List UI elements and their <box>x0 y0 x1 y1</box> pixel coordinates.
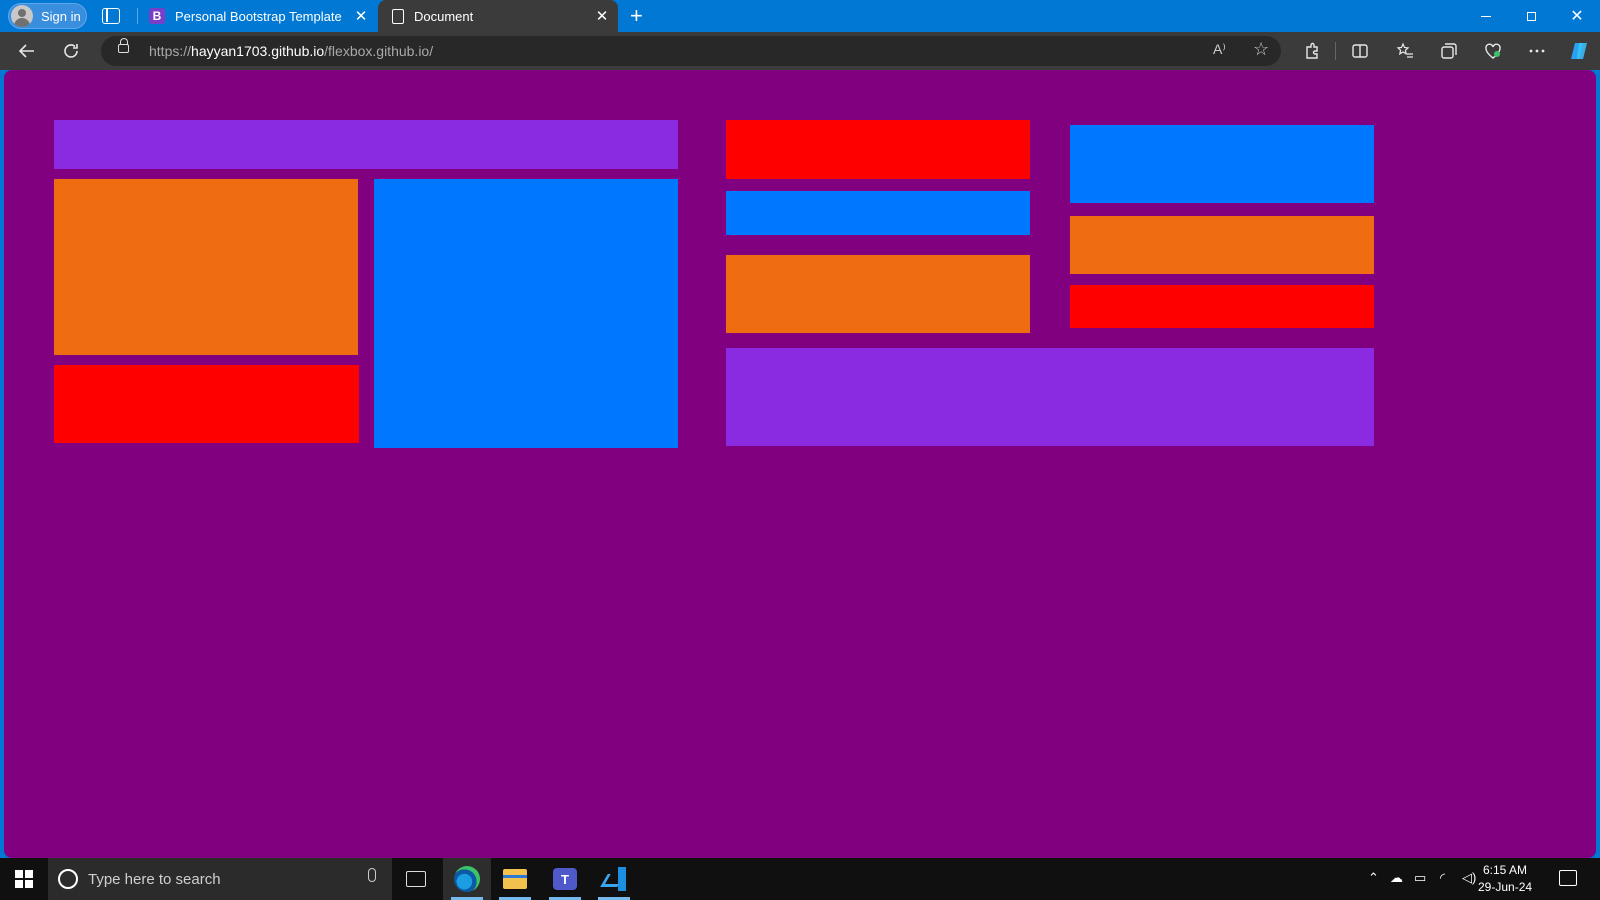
start-button[interactable] <box>0 858 48 900</box>
file-explorer-icon <box>503 869 527 889</box>
blue-box-far-right <box>1070 125 1374 203</box>
minimize-button[interactable] <box>1463 0 1509 32</box>
url-path: /flexbox.github.io/ <box>324 43 434 59</box>
blue-box-tall <box>374 179 678 448</box>
vscode-icon <box>602 867 626 891</box>
more-icon[interactable] <box>1521 32 1553 70</box>
toolbar-divider <box>1335 42 1336 60</box>
purple-box-bottom-right <box>726 348 1374 446</box>
read-aloud-icon[interactable]: A⁾ <box>1213 41 1226 58</box>
title-bar: Sign in B Personal Bootstrap Template ✕ … <box>0 0 1600 32</box>
url-text[interactable]: https://hayyan1703.github.io/flexbox.git… <box>149 43 433 59</box>
show-hidden-icons-icon[interactable]: ⌃ <box>1368 870 1379 886</box>
red-box-right-top <box>726 120 1030 179</box>
browser-essentials-icon[interactable] <box>1477 32 1509 70</box>
tab-document[interactable]: Document ✕ <box>378 0 618 32</box>
copilot-icon[interactable] <box>1564 32 1596 70</box>
profile-button[interactable]: Sign in <box>8 3 87 29</box>
taskbar-edge[interactable] <box>443 858 491 900</box>
orange-box-far-right <box>1070 216 1374 274</box>
task-view-icon[interactable] <box>406 871 426 887</box>
orange-box-right <box>726 255 1030 333</box>
clock-date: 29-Jun-24 <box>1478 880 1533 894</box>
taskbar-teams[interactable]: T <box>541 858 589 900</box>
close-window-button[interactable]: ✕ <box>1554 0 1600 32</box>
lock-icon[interactable] <box>118 38 129 53</box>
profile-label: Sign in <box>41 8 81 24</box>
microphone-icon[interactable] <box>368 868 376 882</box>
edge-icon <box>454 866 480 892</box>
address-bar[interactable]: https://hayyan1703.github.io/flexbox.git… <box>101 36 1281 66</box>
navigation-bar: https://hayyan1703.github.io/flexbox.git… <box>0 32 1600 70</box>
restore-button[interactable] <box>1508 0 1554 32</box>
volume-icon[interactable]: ◁) <box>1462 870 1476 886</box>
taskbar: Type here to search T ⌃ ☁ ▭ ◜ ◁) 6:15 AM… <box>0 858 1600 900</box>
tab-title: Personal Bootstrap Template <box>175 8 342 24</box>
orange-box-left <box>54 179 358 355</box>
search-icon <box>58 869 78 889</box>
restore-icon <box>1526 11 1536 21</box>
close-tab-icon[interactable]: ✕ <box>349 7 373 25</box>
collections-icon[interactable] <box>1433 32 1465 70</box>
clock-time: 6:15 AM <box>1483 863 1528 877</box>
split-screen-icon[interactable] <box>1344 32 1376 70</box>
close-tab-icon[interactable]: ✕ <box>590 7 614 25</box>
search-placeholder: Type here to search <box>88 871 221 888</box>
favorite-star-icon[interactable]: ☆ <box>1253 39 1269 60</box>
windows-logo-icon <box>15 870 33 888</box>
notifications-icon[interactable] <box>1559 870 1577 886</box>
avatar-icon <box>11 5 33 27</box>
url-host: hayyan1703.github.io <box>191 43 325 59</box>
red-box-left <box>54 365 359 443</box>
extensions-icon[interactable] <box>1296 32 1328 70</box>
battery-icon[interactable]: ▭ <box>1414 870 1426 886</box>
teams-icon: T <box>553 868 577 890</box>
tab-actions-icon[interactable] <box>102 8 120 24</box>
onedrive-status-icon[interactable]: ☁ <box>1390 870 1403 886</box>
back-icon[interactable] <box>11 32 43 70</box>
taskbar-vscode[interactable] <box>590 858 638 900</box>
red-box-far-right <box>1070 285 1374 328</box>
blue-box-right <box>726 191 1030 235</box>
taskbar-search[interactable]: Type here to search <box>48 858 392 900</box>
favorites-icon[interactable] <box>1389 32 1421 70</box>
refresh-icon[interactable] <box>55 32 87 70</box>
tab-title: Document <box>414 8 474 24</box>
system-clock[interactable]: 6:15 AM 29-Jun-24 <box>1478 862 1532 896</box>
page-viewport <box>4 70 1596 858</box>
network-icon[interactable]: ◜ <box>1440 870 1445 886</box>
tab-personal-bootstrap[interactable]: B Personal Bootstrap Template ✕ <box>137 0 377 32</box>
url-scheme: https:// <box>149 43 192 59</box>
taskbar-file-explorer[interactable] <box>491 858 539 900</box>
document-icon <box>392 8 404 24</box>
new-tab-button[interactable]: + <box>630 4 643 28</box>
bootstrap-favicon-icon: B <box>149 8 165 24</box>
purple-box-top-left <box>54 120 678 169</box>
minimize-icon <box>1481 15 1491 17</box>
